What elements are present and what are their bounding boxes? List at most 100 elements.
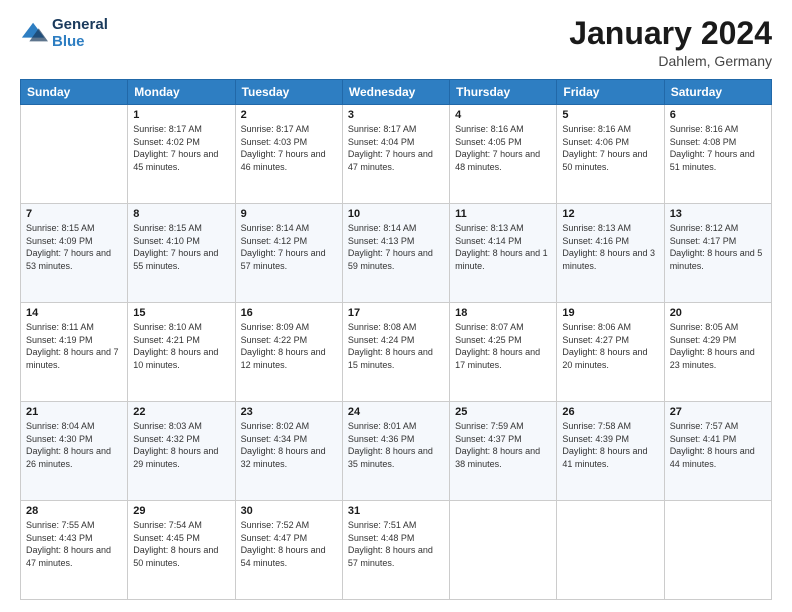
- day-number: 7: [26, 208, 122, 220]
- header-thursday: Thursday: [450, 80, 557, 105]
- day-number: 19: [562, 307, 658, 319]
- calendar-header: Sunday Monday Tuesday Wednesday Thursday…: [21, 80, 772, 105]
- cell-week3-day3: 17 Sunrise: 8:08 AM Sunset: 4:24 PM Dayli…: [342, 303, 449, 402]
- week-row-1: 1 Sunrise: 8:17 AM Sunset: 4:02 PM Daylig…: [21, 105, 772, 204]
- day-info: Sunrise: 7:52 AM Sunset: 4:47 PM Dayligh…: [241, 519, 337, 569]
- day-number: 5: [562, 109, 658, 121]
- day-number: 18: [455, 307, 551, 319]
- day-info: Sunrise: 7:51 AM Sunset: 4:48 PM Dayligh…: [348, 519, 444, 569]
- day-number: 4: [455, 109, 551, 121]
- main-title: January 2024: [569, 16, 772, 51]
- day-info: Sunrise: 7:54 AM Sunset: 4:45 PM Dayligh…: [133, 519, 229, 569]
- cell-week3-day4: 18 Sunrise: 8:07 AM Sunset: 4:25 PM Dayli…: [450, 303, 557, 402]
- day-info: Sunrise: 8:04 AM Sunset: 4:30 PM Dayligh…: [26, 420, 122, 470]
- cell-week4-day1: 22 Sunrise: 8:03 AM Sunset: 4:32 PM Dayli…: [128, 402, 235, 501]
- day-info: Sunrise: 8:16 AM Sunset: 4:06 PM Dayligh…: [562, 123, 658, 173]
- cell-week4-day5: 26 Sunrise: 7:58 AM Sunset: 4:39 PM Dayli…: [557, 402, 664, 501]
- week-row-4: 21 Sunrise: 8:04 AM Sunset: 4:30 PM Dayli…: [21, 402, 772, 501]
- day-info: Sunrise: 8:16 AM Sunset: 4:08 PM Dayligh…: [670, 123, 766, 173]
- day-number: 23: [241, 406, 337, 418]
- cell-week1-day2: 2Sunrise: 8:17 AM Sunset: 4:03 PM Daylig…: [235, 105, 342, 204]
- day-info: Sunrise: 8:14 AM Sunset: 4:12 PM Dayligh…: [241, 222, 337, 272]
- cell-week1-day0: [21, 105, 128, 204]
- cell-week3-day1: 15 Sunrise: 8:10 AM Sunset: 4:21 PM Dayli…: [128, 303, 235, 402]
- day-info: Sunrise: 8:03 AM Sunset: 4:32 PM Dayligh…: [133, 420, 229, 470]
- cell-week1-day3: 3Sunrise: 8:17 AM Sunset: 4:04 PM Daylig…: [342, 105, 449, 204]
- cell-week5-day5: [557, 501, 664, 600]
- header-wednesday: Wednesday: [342, 80, 449, 105]
- day-number: 15: [133, 307, 229, 319]
- header-friday: Friday: [557, 80, 664, 105]
- day-info: Sunrise: 8:10 AM Sunset: 4:21 PM Dayligh…: [133, 321, 229, 371]
- day-info: Sunrise: 8:07 AM Sunset: 4:25 PM Dayligh…: [455, 321, 551, 371]
- day-info: Sunrise: 8:08 AM Sunset: 4:24 PM Dayligh…: [348, 321, 444, 371]
- day-number: 10: [348, 208, 444, 220]
- day-number: 29: [133, 505, 229, 517]
- day-number: 17: [348, 307, 444, 319]
- header-row: Sunday Monday Tuesday Wednesday Thursday…: [21, 80, 772, 105]
- cell-week2-day2: 9 Sunrise: 8:14 AM Sunset: 4:12 PM Daylig…: [235, 204, 342, 303]
- day-number: 20: [670, 307, 766, 319]
- cell-week2-day0: 7 Sunrise: 8:15 AM Sunset: 4:09 PM Daylig…: [21, 204, 128, 303]
- day-number: 1: [133, 109, 229, 121]
- day-number: 14: [26, 307, 122, 319]
- day-number: 31: [348, 505, 444, 517]
- header-tuesday: Tuesday: [235, 80, 342, 105]
- cell-week5-day6: [664, 501, 771, 600]
- cell-week1-day5: 5 Sunrise: 8:16 AM Sunset: 4:06 PM Daylig…: [557, 105, 664, 204]
- cell-week5-day3: 31 Sunrise: 7:51 AM Sunset: 4:48 PM Dayli…: [342, 501, 449, 600]
- day-info: Sunrise: 8:14 AM Sunset: 4:13 PM Dayligh…: [348, 222, 444, 272]
- calendar-body: 1 Sunrise: 8:17 AM Sunset: 4:02 PM Daylig…: [21, 105, 772, 600]
- day-info: Sunrise: 8:13 AM Sunset: 4:14 PM Dayligh…: [455, 222, 551, 272]
- day-number: 2: [241, 109, 337, 121]
- week-row-5: 28Sunrise: 7:55 AM Sunset: 4:43 PM Dayli…: [21, 501, 772, 600]
- day-number: 25: [455, 406, 551, 418]
- day-info: Sunrise: 7:55 AM Sunset: 4:43 PM Dayligh…: [26, 519, 122, 569]
- day-info: Sunrise: 7:58 AM Sunset: 4:39 PM Dayligh…: [562, 420, 658, 470]
- day-number: 26: [562, 406, 658, 418]
- logo-text: General Blue: [52, 16, 108, 51]
- day-number: 21: [26, 406, 122, 418]
- day-info: Sunrise: 8:12 AM Sunset: 4:17 PM Dayligh…: [670, 222, 766, 272]
- header: General Blue January 2024 Dahlem, German…: [20, 16, 772, 69]
- cell-week1-day1: 1 Sunrise: 8:17 AM Sunset: 4:02 PM Daylig…: [128, 105, 235, 204]
- cell-week3-day0: 14 Sunrise: 8:11 AM Sunset: 4:19 PM Dayli…: [21, 303, 128, 402]
- cell-week4-day4: 25 Sunrise: 7:59 AM Sunset: 4:37 PM Dayli…: [450, 402, 557, 501]
- day-number: 16: [241, 307, 337, 319]
- day-info: Sunrise: 8:05 AM Sunset: 4:29 PM Dayligh…: [670, 321, 766, 371]
- day-info: Sunrise: 8:15 AM Sunset: 4:09 PM Dayligh…: [26, 222, 122, 272]
- cell-week5-day2: 30Sunrise: 7:52 AM Sunset: 4:47 PM Dayli…: [235, 501, 342, 600]
- day-number: 24: [348, 406, 444, 418]
- cell-week3-day5: 19 Sunrise: 8:06 AM Sunset: 4:27 PM Dayli…: [557, 303, 664, 402]
- day-info: Sunrise: 8:01 AM Sunset: 4:36 PM Dayligh…: [348, 420, 444, 470]
- day-number: 9: [241, 208, 337, 220]
- day-number: 8: [133, 208, 229, 220]
- logo-icon: [20, 19, 48, 47]
- day-number: 13: [670, 208, 766, 220]
- cell-week1-day4: 4Sunrise: 8:16 AM Sunset: 4:05 PM Daylig…: [450, 105, 557, 204]
- day-info: Sunrise: 8:17 AM Sunset: 4:02 PM Dayligh…: [133, 123, 229, 173]
- day-info: Sunrise: 8:02 AM Sunset: 4:34 PM Dayligh…: [241, 420, 337, 470]
- cell-week4-day6: 27Sunrise: 7:57 AM Sunset: 4:41 PM Dayli…: [664, 402, 771, 501]
- day-info: Sunrise: 8:11 AM Sunset: 4:19 PM Dayligh…: [26, 321, 122, 371]
- cell-week2-day6: 13 Sunrise: 8:12 AM Sunset: 4:17 PM Dayli…: [664, 204, 771, 303]
- day-info: Sunrise: 8:09 AM Sunset: 4:22 PM Dayligh…: [241, 321, 337, 371]
- header-monday: Monday: [128, 80, 235, 105]
- day-number: 22: [133, 406, 229, 418]
- cell-week4-day2: 23 Sunrise: 8:02 AM Sunset: 4:34 PM Dayli…: [235, 402, 342, 501]
- page: General Blue January 2024 Dahlem, German…: [0, 0, 792, 612]
- cell-week2-day1: 8 Sunrise: 8:15 AM Sunset: 4:10 PM Daylig…: [128, 204, 235, 303]
- day-info: Sunrise: 8:15 AM Sunset: 4:10 PM Dayligh…: [133, 222, 229, 272]
- day-info: Sunrise: 7:59 AM Sunset: 4:37 PM Dayligh…: [455, 420, 551, 470]
- cell-week4-day3: 24 Sunrise: 8:01 AM Sunset: 4:36 PM Dayli…: [342, 402, 449, 501]
- day-number: 27: [670, 406, 766, 418]
- header-saturday: Saturday: [664, 80, 771, 105]
- day-number: 6: [670, 109, 766, 121]
- title-block: January 2024 Dahlem, Germany: [569, 16, 772, 69]
- day-info: Sunrise: 8:17 AM Sunset: 4:04 PM Dayligh…: [348, 123, 444, 173]
- day-info: Sunrise: 8:13 AM Sunset: 4:16 PM Dayligh…: [562, 222, 658, 272]
- day-info: Sunrise: 8:06 AM Sunset: 4:27 PM Dayligh…: [562, 321, 658, 371]
- cell-week2-day5: 12 Sunrise: 8:13 AM Sunset: 4:16 PM Dayli…: [557, 204, 664, 303]
- day-number: 12: [562, 208, 658, 220]
- logo: General Blue: [20, 16, 108, 51]
